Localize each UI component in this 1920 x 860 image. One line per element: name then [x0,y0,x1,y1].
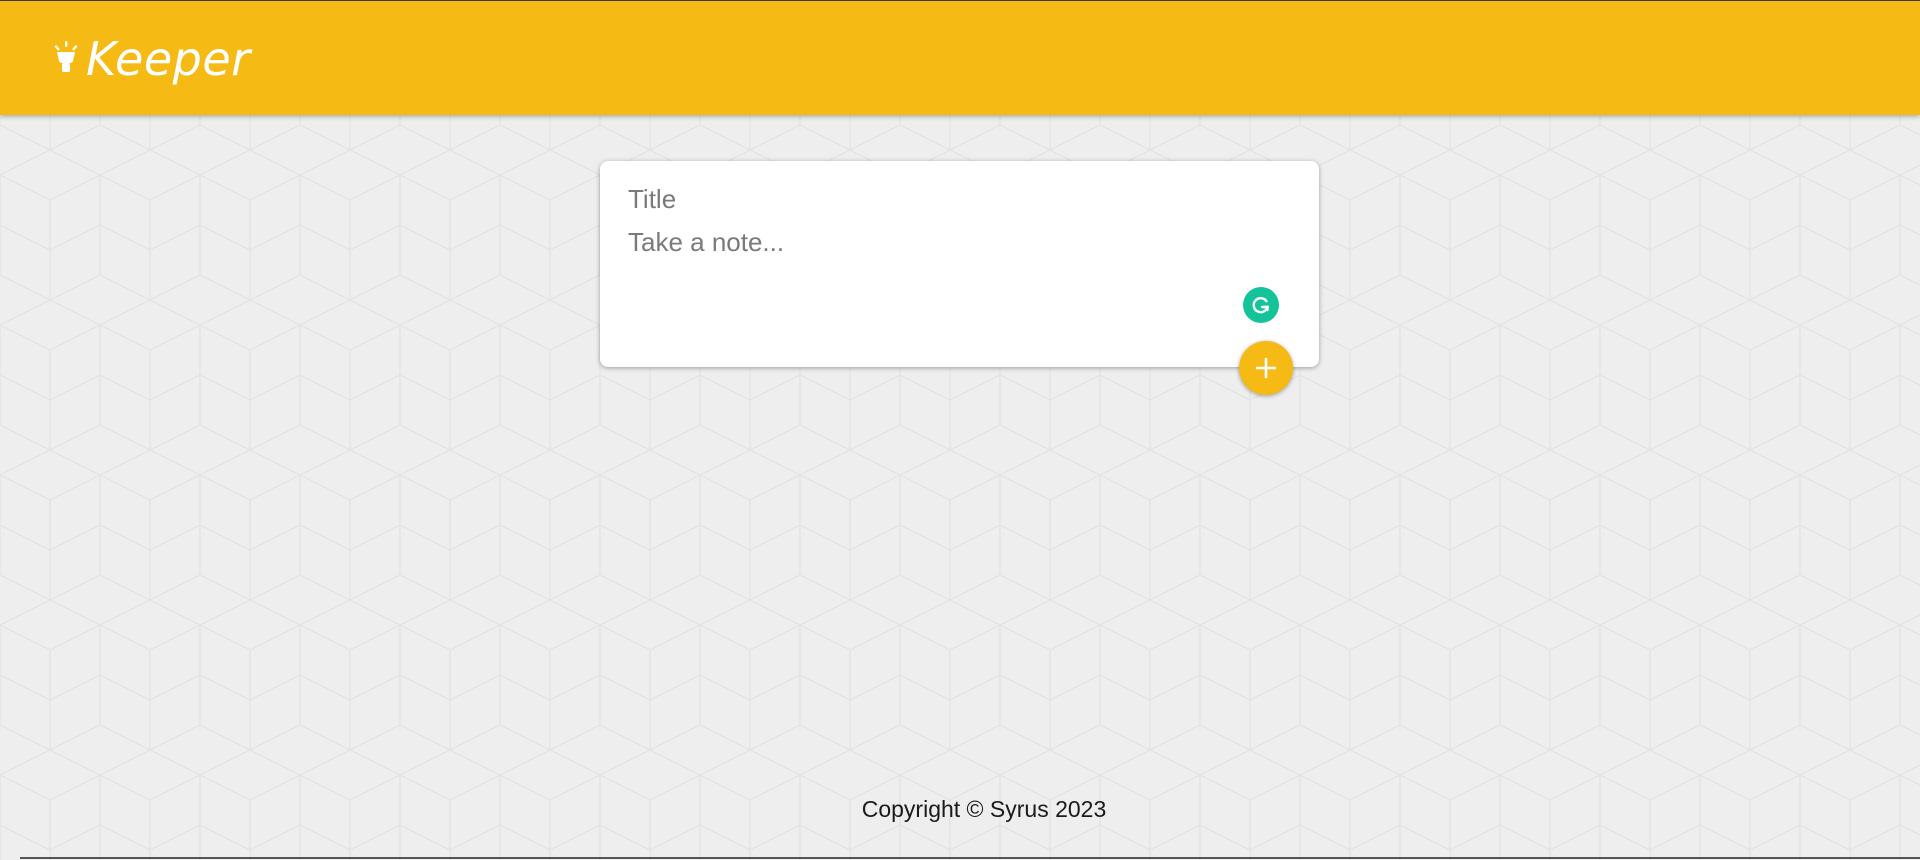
plus-icon [1255,357,1277,379]
lightbulb-icon [54,41,78,72]
background-pattern [0,0,1920,860]
add-note-button[interactable] [1239,341,1293,395]
brand-title: Keeper [86,32,251,86]
brand: Keeper [52,29,251,89]
create-note-form [600,161,1319,367]
note-title-input[interactable] [628,181,1288,217]
copyright-text: Copyright © Syrus 2023 [861,796,1107,822]
note-content-input[interactable] [628,225,1248,335]
bottom-divider [20,857,1920,859]
grammarly-button[interactable] [1243,287,1279,323]
grammarly-icon [1252,296,1270,314]
app-header: Keeper [0,0,1920,115]
page-footer: Copyright © Syrus 2023 [0,796,1920,823]
